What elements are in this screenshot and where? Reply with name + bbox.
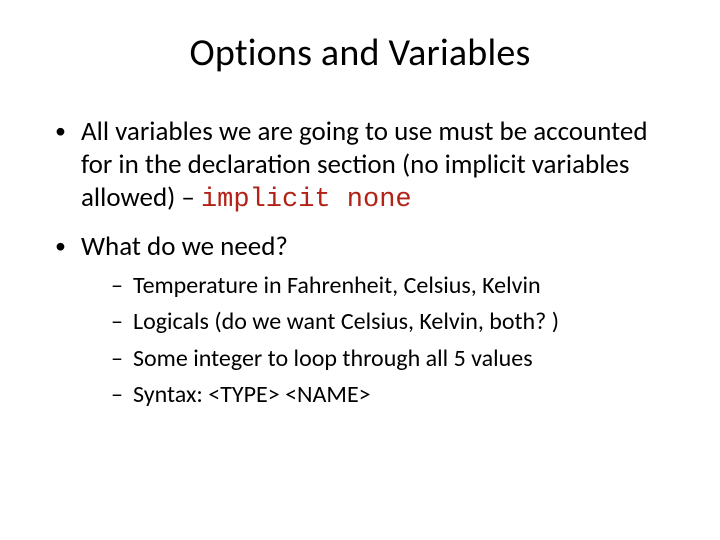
sub-bullet-text: Logicals (do we want Celsius, Kelvin, bo…	[133, 307, 559, 336]
sub-bullet-item: Temperature in Fahrenheit, Celsius, Kelv…	[111, 270, 665, 302]
bullet-item: All variables we are going to use must b…	[55, 116, 665, 217]
sub-bullet-text: Syntax: <TYPE> <NAME>	[133, 380, 371, 409]
sub-bullet-list: Temperature in Fahrenheit, Celsius, Kelv…	[111, 270, 665, 412]
sub-bullet-item: Syntax: <TYPE> <NAME>	[111, 379, 665, 411]
sub-bullet-item: Some integer to loop through all 5 value…	[111, 343, 665, 375]
sub-bullet-text: Temperature in Fahrenheit, Celsius, Kelv…	[133, 271, 541, 300]
sub-bullet-item: Logicals (do we want Celsius, Kelvin, bo…	[111, 306, 665, 338]
code-snippet: implicit none	[201, 185, 412, 215]
bullet-text: What do we need?	[81, 230, 288, 263]
bullet-list: All variables we are going to use must b…	[55, 116, 665, 411]
sub-bullet-text: Some integer to loop through all 5 value…	[133, 344, 533, 373]
slide-title: Options and Variables	[55, 30, 665, 76]
bullet-item: What do we need? Temperature in Fahrenhe…	[55, 231, 665, 412]
slide: Options and Variables All variables we a…	[0, 0, 720, 540]
